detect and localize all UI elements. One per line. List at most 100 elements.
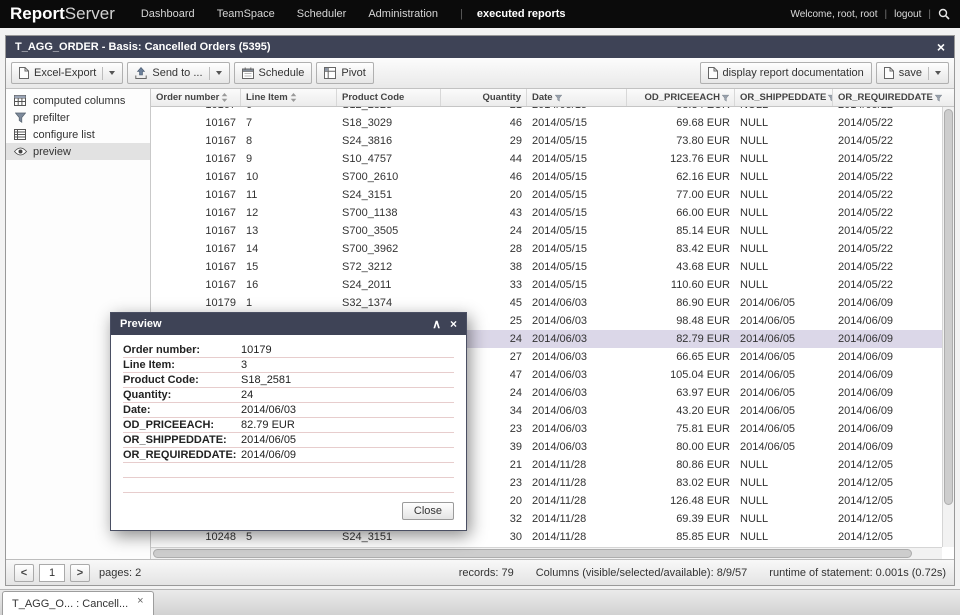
table-cell-or-requireddate[interactable]: 2014/05/22 [833, 222, 942, 240]
table-cell-or-shippeddate[interactable]: NULL [735, 168, 833, 186]
table-cell-or-requireddate[interactable]: 2014/05/22 [833, 258, 942, 276]
search-icon[interactable] [938, 8, 950, 20]
table-cell-od-priceeach[interactable]: 82.79 EUR [627, 330, 735, 348]
table-cell-order-number[interactable]: 10167 [151, 240, 241, 258]
table-cell-date[interactable]: 2014/05/15 [527, 107, 627, 114]
table-cell-order-number[interactable]: 10167 [151, 114, 241, 132]
table-cell-or-shippeddate[interactable]: NULL [735, 132, 833, 150]
table-cell-or-requireddate[interactable]: 2014/12/05 [833, 528, 942, 546]
close-dialog-icon[interactable]: × [450, 318, 457, 330]
table-cell-date[interactable]: 2014/05/15 [527, 132, 627, 150]
table-cell-or-requireddate[interactable]: 2014/05/22 [833, 276, 942, 294]
table-cell-od-priceeach[interactable]: 86.90 EUR [627, 294, 735, 312]
table-cell-date[interactable]: 2014/06/03 [527, 384, 627, 402]
table-cell-or-shippeddate[interactable]: NULL [735, 222, 833, 240]
table-cell-line-item[interactable]: 13 [241, 222, 337, 240]
table-cell-od-priceeach[interactable]: 85.85 EUR [627, 528, 735, 546]
table-cell-or-shippeddate[interactable]: NULL [735, 107, 833, 114]
table-cell-or-requireddate[interactable]: 2014/12/05 [833, 474, 942, 492]
table-cell-or-shippeddate[interactable]: 2014/06/05 [735, 366, 833, 384]
table-cell-or-requireddate[interactable]: 2014/12/05 [833, 492, 942, 510]
sort-icon[interactable] [290, 93, 297, 102]
table-cell-quantity[interactable]: 38 [441, 258, 527, 276]
column-header-or-shippeddate[interactable]: OR_SHIPPEDDATE [735, 89, 833, 106]
table-cell-date[interactable]: 2014/06/03 [527, 348, 627, 366]
table-cell-line-item[interactable]: 15 [241, 258, 337, 276]
column-header-product-code[interactable]: Product Code [337, 89, 441, 106]
table-cell-or-shippeddate[interactable]: 2014/06/05 [735, 420, 833, 438]
table-cell-od-priceeach[interactable]: 69.68 EUR [627, 114, 735, 132]
table-cell-od-priceeach[interactable]: 83.42 EUR [627, 240, 735, 258]
table-cell-product-code[interactable]: S18_3029 [337, 114, 441, 132]
table-cell-or-requireddate[interactable]: 2014/05/22 [833, 114, 942, 132]
table-row[interactable]: 101677S18_3029462014/05/1569.68 EURNULL2… [151, 114, 942, 132]
column-header-od-priceeach[interactable]: OD_PRICEEACH [627, 89, 735, 106]
nav-item-scheduler[interactable]: Scheduler [297, 8, 347, 20]
table-cell-or-shippeddate[interactable]: NULL [735, 114, 833, 132]
table-row[interactable]: 1016711S24_3151202014/05/1577.00 EURNULL… [151, 186, 942, 204]
table-cell-or-shippeddate[interactable]: NULL [735, 474, 833, 492]
next-page-button[interactable]: > [70, 564, 90, 582]
table-cell-or-requireddate[interactable]: 2014/06/09 [833, 348, 942, 366]
nav-item-teamspace[interactable]: TeamSpace [217, 8, 275, 20]
pivot-button[interactable]: Pivot [316, 62, 373, 84]
logout-link[interactable]: logout [894, 9, 921, 20]
table-cell-date[interactable]: 2014/05/15 [527, 276, 627, 294]
table-cell-date[interactable]: 2014/06/03 [527, 312, 627, 330]
table-cell-date[interactable]: 2014/05/15 [527, 240, 627, 258]
table-cell-date[interactable]: 2014/06/03 [527, 294, 627, 312]
table-cell-or-shippeddate[interactable]: NULL [735, 510, 833, 528]
table-cell-or-requireddate[interactable]: 2014/06/09 [833, 312, 942, 330]
column-header-or-requireddate[interactable]: OR_REQUIREDDATE [833, 89, 942, 106]
table-cell-order-number[interactable]: 10167 [151, 222, 241, 240]
sidebar-item-configure-list[interactable]: configure list [6, 126, 150, 143]
table-cell-or-requireddate[interactable]: 2014/12/05 [833, 510, 942, 528]
table-cell-or-shippeddate[interactable]: NULL [735, 456, 833, 474]
table-row[interactable]: 1016715S72_3212382014/05/1543.68 EURNULL… [151, 258, 942, 276]
sidebar-item-computed-columns[interactable]: computed columns [6, 92, 150, 109]
table-cell-date[interactable]: 2014/06/03 [527, 330, 627, 348]
nav-item-executed-reports[interactable]: executed reports [477, 8, 566, 20]
table-cell-quantity[interactable]: 33 [441, 276, 527, 294]
table-cell-or-shippeddate[interactable]: 2014/06/05 [735, 312, 833, 330]
table-cell-order-number[interactable]: 10167 [151, 258, 241, 276]
table-cell-or-shippeddate[interactable]: NULL [735, 258, 833, 276]
table-cell-od-priceeach[interactable]: 126.48 EUR [627, 492, 735, 510]
table-cell-or-shippeddate[interactable]: NULL [735, 240, 833, 258]
table-cell-quantity[interactable]: 46 [441, 168, 527, 186]
table-row[interactable]: 101679S10_4757442014/05/15123.76 EURNULL… [151, 150, 942, 168]
table-cell-or-requireddate[interactable]: 2014/05/22 [833, 150, 942, 168]
table-cell-od-priceeach[interactable]: 75.81 EUR [627, 420, 735, 438]
table-cell-line-item[interactable]: 9 [241, 150, 337, 168]
table-cell-or-requireddate[interactable]: 2014/06/09 [833, 294, 942, 312]
table-cell-order-number[interactable]: 10179 [151, 294, 241, 312]
table-cell-date[interactable]: 2014/05/15 [527, 150, 627, 168]
horizontal-scrollbar-thumb[interactable] [153, 549, 912, 558]
chevron-down-icon[interactable] [109, 71, 115, 75]
sort-icon[interactable] [221, 93, 228, 102]
table-cell-quantity[interactable]: 46 [441, 114, 527, 132]
table-cell-date[interactable]: 2014/05/15 [527, 114, 627, 132]
table-cell-or-requireddate[interactable]: 2014/06/09 [833, 438, 942, 456]
table-cell-line-item[interactable]: 1 [241, 294, 337, 312]
table-cell-date[interactable]: 2014/11/28 [527, 510, 627, 528]
table-row[interactable]: 101678S24_3816292014/05/1573.80 EURNULL2… [151, 132, 942, 150]
table-cell-or-shippeddate[interactable]: 2014/06/05 [735, 384, 833, 402]
table-cell-product-code[interactable]: S700_2610 [337, 168, 441, 186]
table-cell-order-number[interactable]: 10167 [151, 107, 241, 114]
table-cell-or-shippeddate[interactable]: 2014/06/05 [735, 402, 833, 420]
dialog-titlebar[interactable]: Preview ∧ × [111, 313, 466, 335]
table-cell-or-shippeddate[interactable]: NULL [735, 204, 833, 222]
column-header-line-item[interactable]: Line Item [241, 89, 337, 106]
table-cell-or-requireddate[interactable]: 2014/05/22 [833, 132, 942, 150]
table-cell-order-number[interactable]: 10167 [151, 186, 241, 204]
table-cell-quantity[interactable]: 44 [441, 150, 527, 168]
table-cell-or-requireddate[interactable]: 2014/05/22 [833, 107, 942, 114]
table-cell-od-priceeach[interactable]: 105.04 EUR [627, 366, 735, 384]
table-cell-date[interactable]: 2014/05/15 [527, 258, 627, 276]
table-cell-or-requireddate[interactable]: 2014/12/05 [833, 456, 942, 474]
table-cell-or-requireddate[interactable]: 2014/06/09 [833, 384, 942, 402]
tab-close-icon[interactable]: × [137, 595, 143, 607]
table-cell-od-priceeach[interactable]: 73.80 EUR [627, 132, 735, 150]
table-cell-od-priceeach[interactable]: 110.60 EUR [627, 276, 735, 294]
